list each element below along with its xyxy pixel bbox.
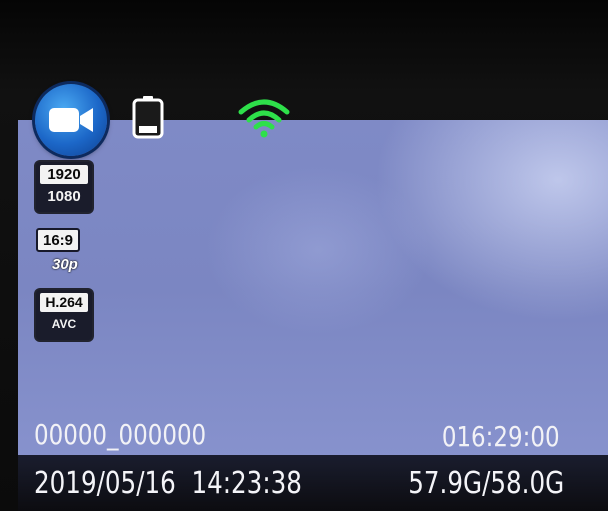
storage-usage: 57.9G/58.0G — [408, 466, 564, 501]
file-name: 00000_000000 — [34, 418, 207, 451]
wifi-icon — [238, 99, 290, 138]
resolution-badge: 1920 1080 — [36, 162, 92, 212]
date-value: 2019/05/16 — [34, 466, 176, 501]
video-camera-glyph — [49, 108, 93, 132]
battery-low-icon — [132, 96, 164, 139]
aspect-ratio-badge: 16:9 — [36, 228, 80, 252]
camera-device: 1920 1080 16:9 30p H.264 AVC 00000_00000… — [0, 0, 608, 511]
date-time: 2019/05/16 14:23:38 — [34, 466, 302, 501]
time-value: 14:23:38 — [191, 466, 302, 501]
video-camera-icon[interactable] — [35, 84, 107, 156]
frame-rate-label: 30p — [52, 256, 78, 273]
recording-time: 016:29:00 — [442, 420, 560, 453]
codec-badge: H.264 AVC — [36, 290, 92, 340]
resolution-width: 1920 — [40, 165, 88, 184]
codec-name: H.264 — [40, 293, 88, 312]
codec-format: AVC — [40, 315, 88, 334]
camera-viewfinder — [18, 120, 608, 458]
resolution-height: 1080 — [40, 187, 88, 206]
